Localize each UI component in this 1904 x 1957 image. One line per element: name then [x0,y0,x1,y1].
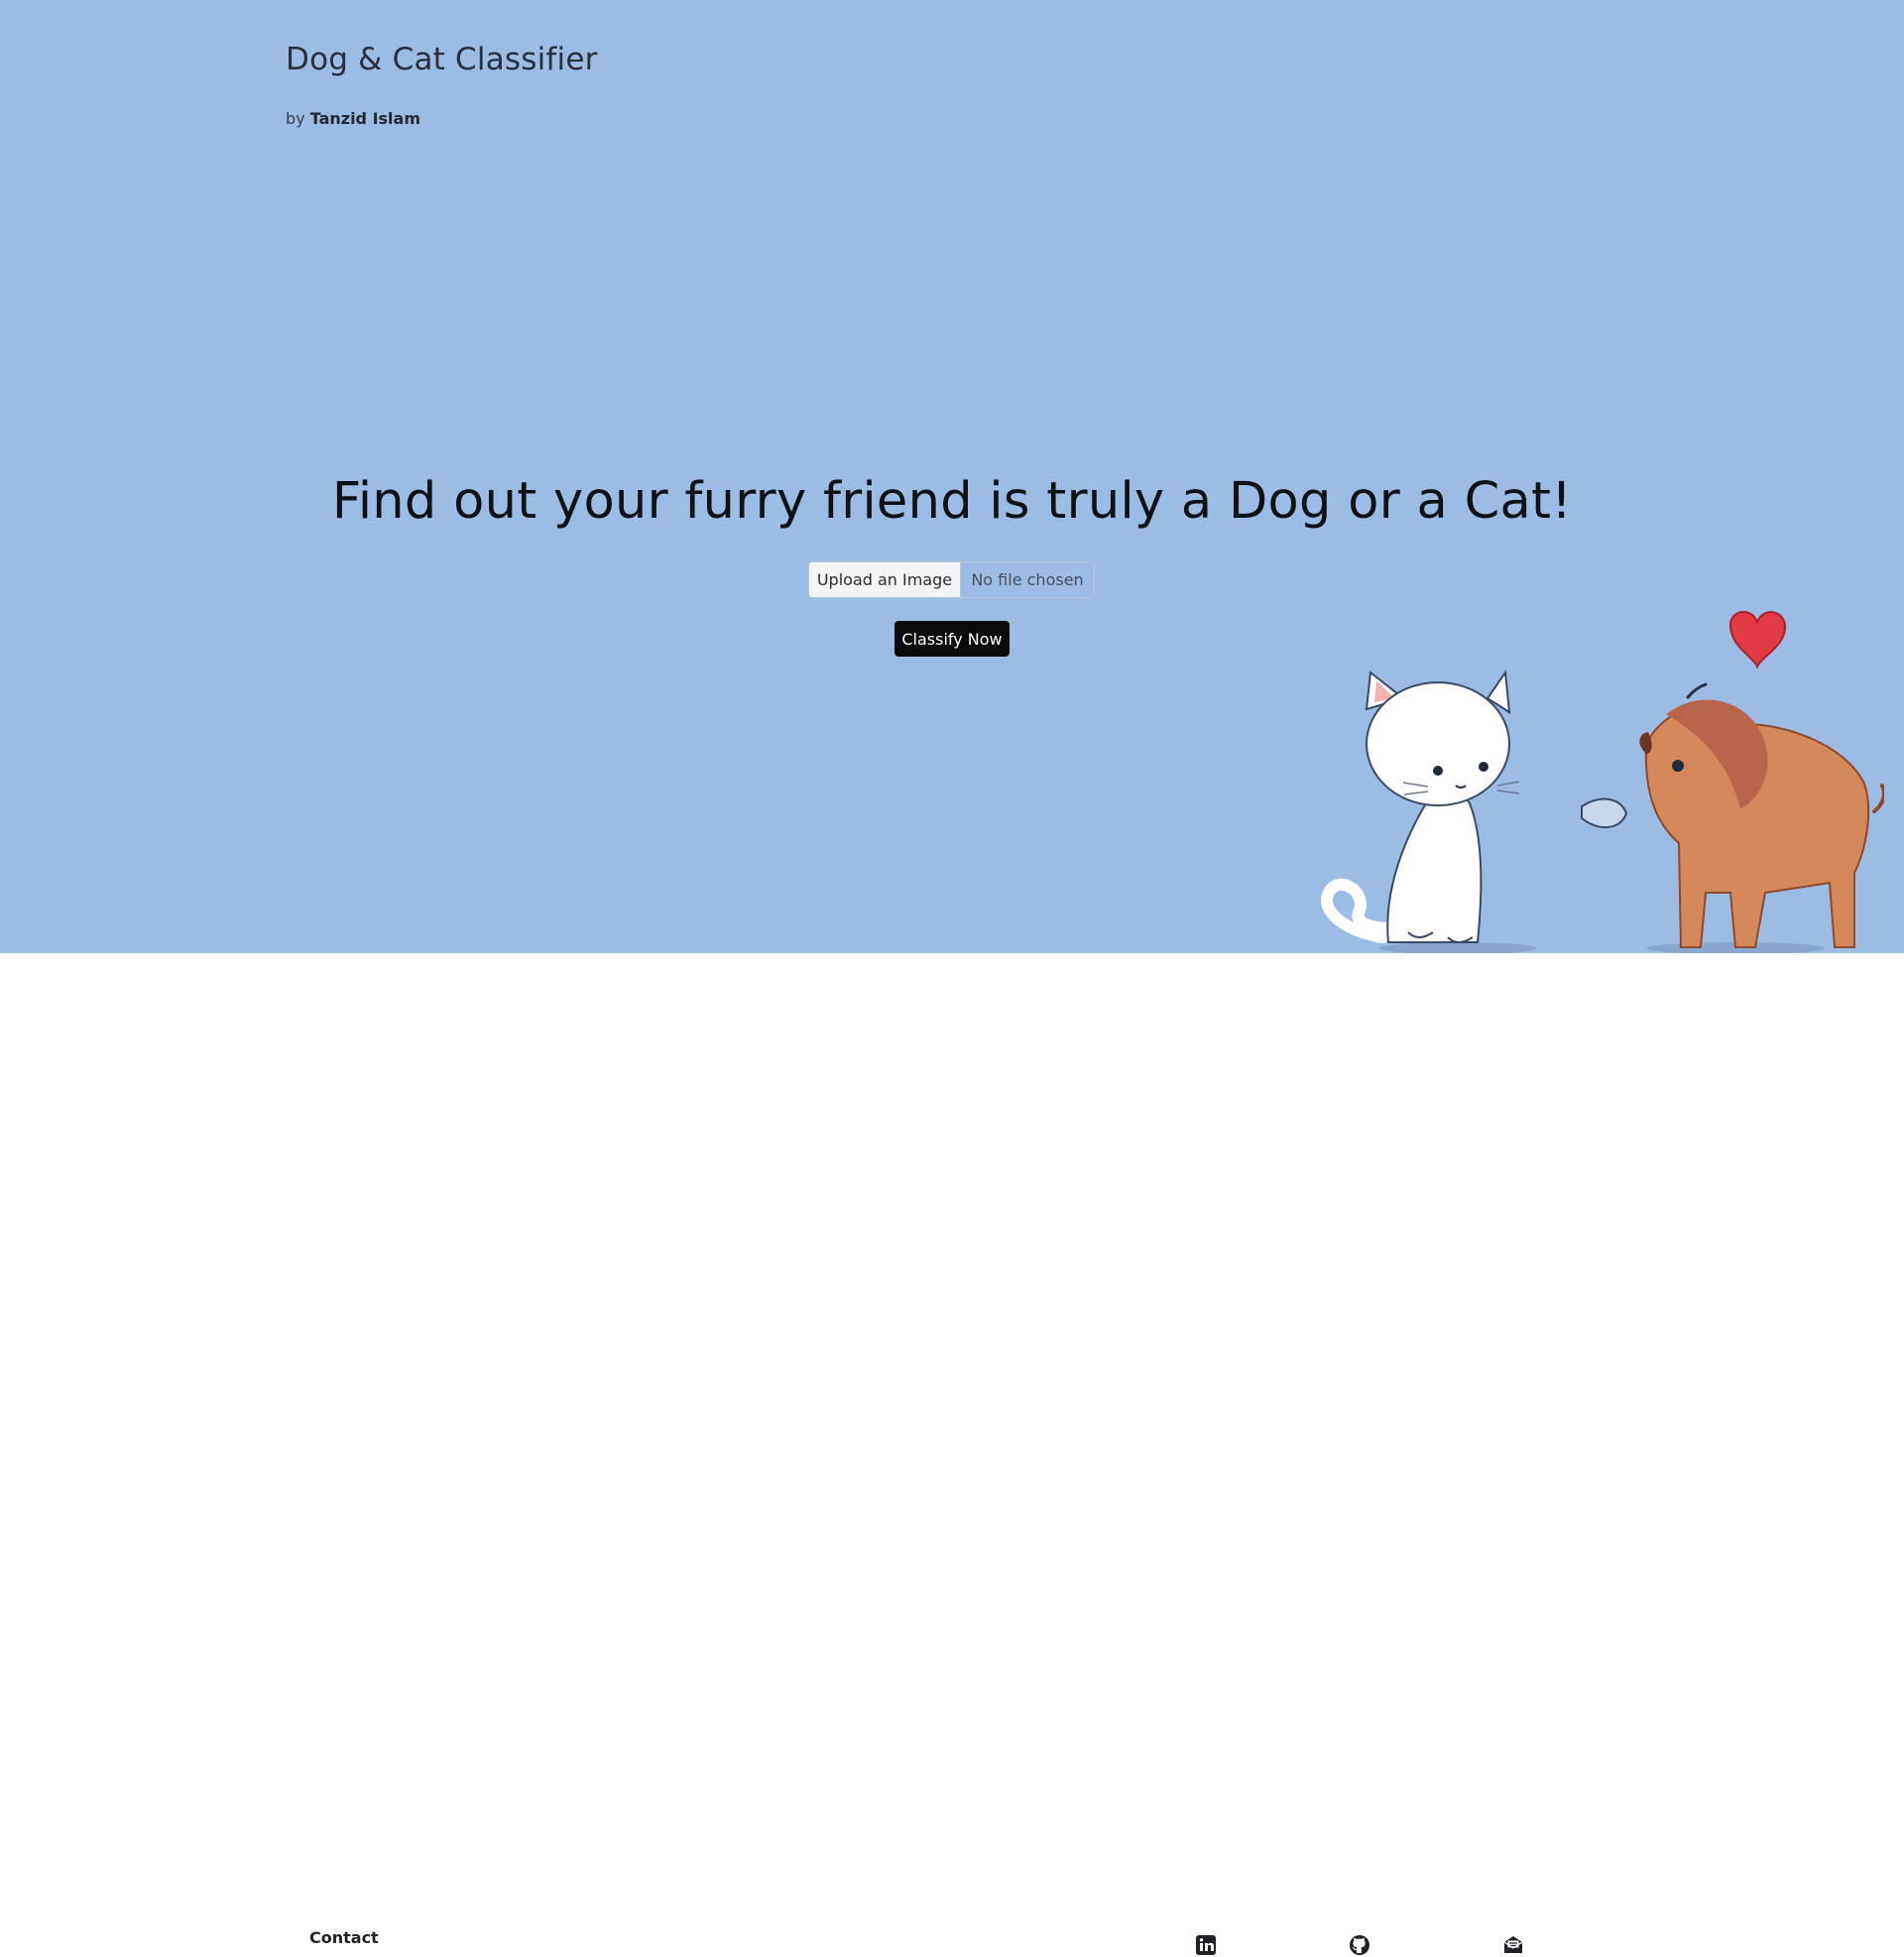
upload-image-button[interactable]: Upload an Image [809,562,961,597]
mail-icon[interactable] [1501,1933,1525,1957]
cat-illustration [1321,670,1520,943]
file-upload-control[interactable]: Upload an Image No file chosen [808,561,1095,598]
github-icon[interactable] [1348,1933,1371,1957]
linkedin-icon[interactable] [1194,1933,1218,1957]
site-title: Dog & Cat Classifier [286,42,598,77]
classify-now-button[interactable]: Classify Now [894,621,1010,657]
hero-section: Dog & Cat Classifier by Tanzid Islam Fin… [0,0,1904,953]
author-name: Tanzid Islam [309,109,421,128]
footer: Contact [0,953,1904,1955]
byline-prefix: by [286,109,305,128]
byline: by Tanzid Islam [286,109,420,128]
cat-and-dog-illustration [1321,611,1884,953]
heart-illustration [1728,611,1787,670]
file-status-text: No file chosen [971,570,1084,589]
contact-label: Contact [309,1928,379,1947]
dog-illustration [1581,682,1884,948]
page-headline: Find out your furry friend is truly a Do… [331,472,1573,531]
